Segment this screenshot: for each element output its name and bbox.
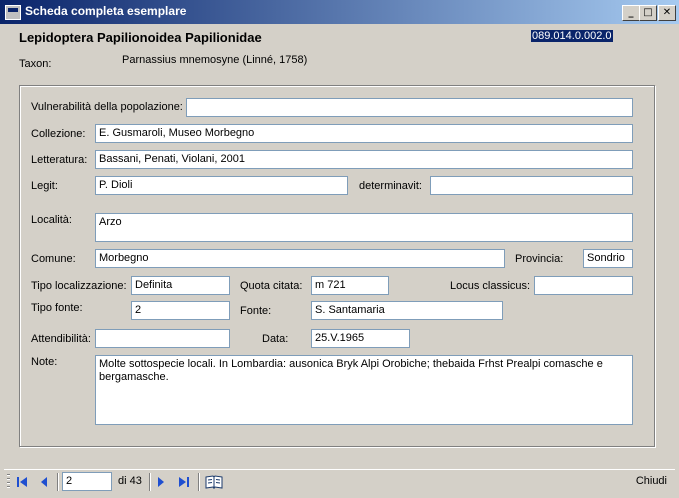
toolbar-separator [149, 473, 151, 491]
toolbar-separator [198, 473, 200, 491]
taxon-value: Parnassius mnemosyne (Linné, 1758) [122, 54, 308, 66]
note-field[interactable]: Molte sottospecie locali. In Lombardia: … [95, 355, 633, 425]
locus-classicus-label: Locus classicus: [450, 280, 531, 292]
vulnerabilita-label: Vulnerabilità della popolazione: [31, 101, 183, 113]
attendibilita-field[interactable] [95, 329, 230, 348]
record-count-label: di 43 [118, 475, 142, 487]
determinavit-field[interactable] [430, 176, 633, 195]
last-record-icon [179, 477, 189, 487]
title-bar: Scheda completa esemplare _ □ ✕ [0, 0, 679, 24]
specimen-code[interactable]: 089.014.0.002.0 [531, 30, 613, 42]
close-button[interactable]: Chiudi [636, 475, 667, 487]
quota-citata-label: Quota citata: [240, 280, 303, 292]
collezione-label: Collezione: [31, 128, 86, 140]
previous-record-icon [41, 477, 47, 487]
comune-label: Comune: [31, 253, 76, 265]
book-icon [205, 475, 223, 489]
next-record-button[interactable] [152, 473, 170, 491]
locus-classicus-field[interactable] [534, 276, 633, 295]
vulnerabilita-field[interactable] [186, 98, 633, 117]
minimize-button[interactable]: _ [622, 5, 640, 21]
record-position-input[interactable]: 2 [62, 472, 112, 491]
first-record-icon [17, 477, 27, 487]
first-record-button[interactable] [13, 473, 31, 491]
data-label: Data: [262, 333, 289, 345]
last-record-button[interactable] [175, 473, 193, 491]
next-record-icon [158, 477, 164, 487]
determinavit-label: determinavit: [359, 180, 422, 192]
toolbar-grip[interactable] [7, 474, 10, 490]
previous-record-button[interactable] [35, 473, 53, 491]
fonte-label: Fonte: [240, 305, 272, 317]
localita-field[interactable]: Arzo [95, 213, 633, 242]
tipo-fonte-field[interactable]: 2 [131, 301, 230, 320]
provincia-field[interactable]: Sondrio [583, 249, 633, 268]
tipo-localizzazione-field[interactable]: Definita [131, 276, 230, 295]
letteratura-label: Letteratura: [31, 154, 88, 166]
app-icon [5, 5, 21, 20]
toolbar-separator [57, 473, 59, 491]
attendibilita-label: Attendibilità: [31, 333, 91, 345]
record-navigator: 2 di 43 Chiudi [4, 469, 675, 494]
tipo-fonte-label: Tipo fonte: [31, 302, 83, 314]
tipo-localizzazione-label: Tipo localizzazione: [31, 280, 127, 292]
legit-label: Legit: [31, 180, 58, 192]
provincia-label: Provincia: [515, 253, 564, 265]
legit-field[interactable]: P. Dioli [95, 176, 348, 195]
quota-citata-field[interactable]: m 721 [311, 276, 389, 295]
note-label: Note: [31, 356, 58, 368]
comune-field[interactable]: Morbegno [95, 249, 505, 268]
taxon-label: Taxon: [19, 58, 52, 70]
close-window-button[interactable]: ✕ [658, 5, 676, 21]
fonte-field[interactable]: S. Santamaria [311, 301, 503, 320]
main-window: Scheda completa esemplare _ □ ✕ Lepidopt… [0, 0, 679, 498]
letteratura-field[interactable]: Bassani, Penati, Violani, 2001 [95, 150, 633, 169]
localita-label: Località: [31, 214, 72, 226]
window-title: Scheda completa esemplare [25, 4, 187, 18]
maximize-button[interactable]: □ [639, 5, 657, 21]
taxonomy-heading: Lepidoptera Papilionoidea Papilionidae [19, 30, 262, 45]
collezione-field[interactable]: E. Gusmaroli, Museo Morbegno [95, 124, 633, 143]
data-field[interactable]: 25.V.1965 [311, 329, 410, 348]
book-button[interactable] [203, 473, 225, 491]
